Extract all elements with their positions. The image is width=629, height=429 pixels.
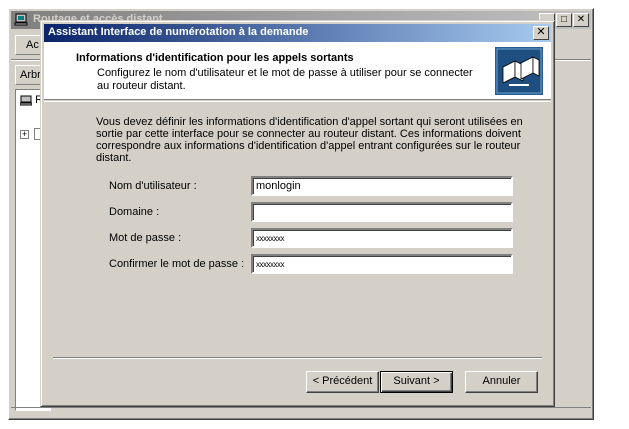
confirm-password-label: Confirmer le mot de passe : [109, 258, 245, 270]
header-subtitle: Configurez le nom d'utilisateur et le mo… [97, 67, 473, 92]
back-button[interactable]: < Précédent [306, 371, 379, 393]
close-button[interactable]: ✕ [533, 26, 549, 40]
domain-label: Domaine : [109, 206, 160, 218]
footer-separator [53, 357, 542, 359]
cancel-button[interactable]: Annuler [465, 371, 538, 393]
next-button[interactable]: Suivant > [380, 371, 453, 393]
wizard-dialog: Assistant Interface de numérotation à la… [40, 20, 555, 407]
intro-text: Vous devez définir les informations d'id… [96, 116, 523, 164]
password-input[interactable] [251, 228, 513, 248]
domain-input[interactable] [251, 202, 513, 222]
username-input[interactable] [251, 176, 513, 196]
confirm-password-input[interactable] [251, 254, 513, 274]
username-label: Nom d'utilisateur : [109, 180, 197, 192]
maximize-button[interactable]: □ [556, 13, 572, 27]
password-label: Mot de passe : [109, 232, 182, 244]
server-icon [19, 95, 33, 106]
header-separator [44, 101, 551, 102]
header-title: Informations d'identification pour les a… [76, 52, 354, 64]
computer-icon [14, 13, 28, 26]
background-close-button[interactable]: ✕ [573, 13, 589, 27]
dialog-titlebar[interactable]: Assistant Interface de numérotation à la… [44, 24, 551, 42]
status-bar [11, 407, 591, 417]
wizard-header: Informations d'identification pour les a… [44, 42, 551, 100]
network-connection-icon [495, 47, 543, 95]
tree-expander[interactable]: + [20, 130, 29, 139]
dialog-title: Assistant Interface de numérotation à la… [48, 26, 309, 38]
